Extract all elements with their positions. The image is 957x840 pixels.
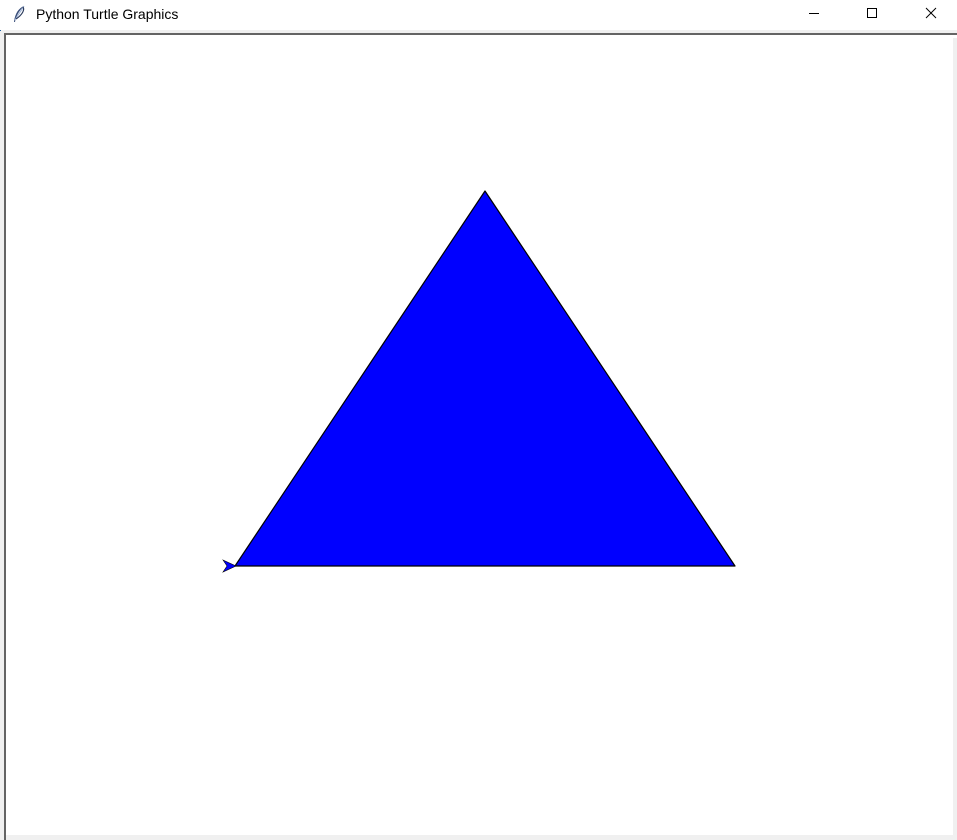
drawing-layer	[222, 190, 736, 573]
blue-triangle	[234, 190, 736, 567]
turtle-window: Python Turtle Graphics	[0, 0, 957, 840]
turtle-arrow-icon	[222, 559, 237, 573]
